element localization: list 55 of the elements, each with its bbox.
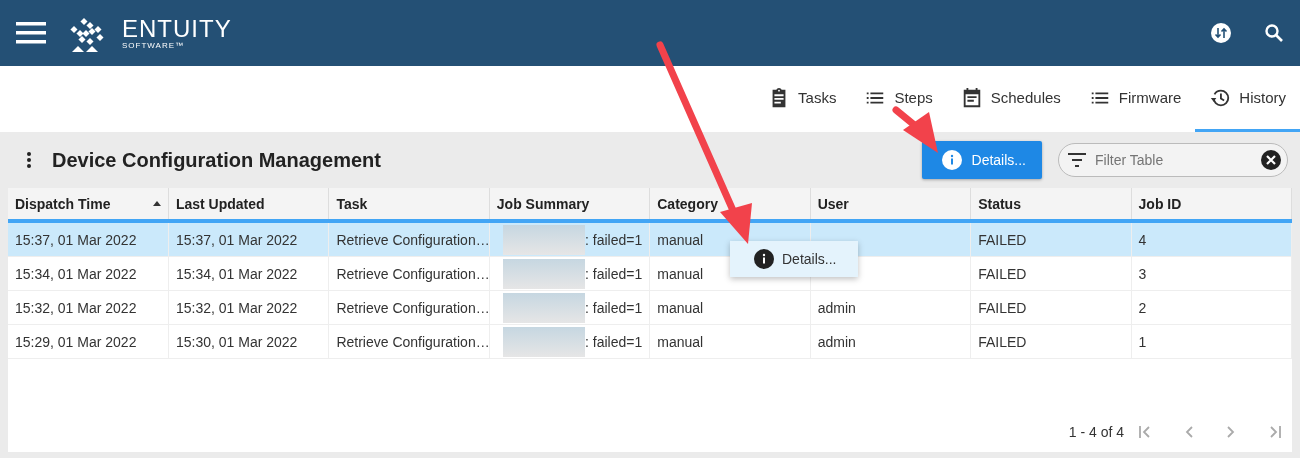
table-cell: admin (810, 324, 971, 359)
tab[interactable]: History (1195, 66, 1300, 132)
page-title: Device Configuration Management (52, 148, 381, 172)
column-header[interactable]: Last Updated (168, 188, 329, 221)
sync-icon[interactable] (1210, 22, 1232, 44)
table-cell: 15:32, 01 Mar 2022 (168, 290, 329, 325)
table-cell: FAILED (970, 290, 1132, 325)
table-cell: 15:30, 01 Mar 2022 (168, 324, 329, 359)
tab[interactable]: Schedules (946, 66, 1075, 132)
table-cell: 15:32, 01 Mar 2022 (8, 290, 169, 325)
table-cell: : failed=1 (489, 256, 650, 291)
annotation-arrow (892, 106, 938, 153)
menu-icon[interactable] (16, 22, 46, 44)
column-header[interactable]: Job ID (1131, 188, 1292, 221)
table-cell: 2 (1131, 290, 1292, 325)
tab[interactable]: Firmware (1074, 66, 1196, 132)
search-icon[interactable] (1264, 23, 1284, 43)
filter-icon (1068, 153, 1086, 167)
info-icon (941, 150, 962, 170)
table-cell: : failed=1 (489, 290, 650, 325)
column-header[interactable]: Dispatch Time (8, 188, 169, 221)
table-cell: FAILED (970, 324, 1132, 359)
column-header[interactable]: User (810, 188, 971, 221)
table-cell: 3 (1131, 256, 1292, 291)
more-icon[interactable] (26, 151, 32, 169)
table-cell: Retrieve Configuration… (328, 256, 490, 291)
column-header[interactable]: Status (970, 188, 1132, 221)
tab[interactable]: Tasks (754, 66, 851, 132)
table-cell: manual (649, 290, 811, 325)
table-cell: manual (649, 324, 811, 359)
table-cell: 15:34, 01 Mar 2022 (168, 256, 329, 291)
filter-field[interactable]: Filter Table (1058, 143, 1288, 177)
table-cell: : failed=1 (489, 324, 650, 359)
details-button[interactable]: Details... (921, 141, 1042, 179)
table-cell: FAILED (970, 221, 1132, 257)
table-cell: FAILED (970, 256, 1132, 291)
table-cell: Retrieve Configuration… (328, 221, 490, 257)
info-icon (754, 249, 774, 269)
table-cell: 1 (1131, 324, 1292, 359)
tab[interactable]: Steps (850, 66, 947, 132)
column-header[interactable]: Task (328, 188, 490, 221)
clear-icon[interactable] (1261, 150, 1281, 170)
table-cell: 15:37, 01 Mar 2022 (8, 221, 169, 257)
table-cell: 15:29, 01 Mar 2022 (8, 324, 169, 359)
table-cell: admin (810, 290, 971, 325)
table-cell: 15:37, 01 Mar 2022 (168, 221, 329, 257)
logo-tagline: SOFTWARE™ (122, 40, 186, 50)
table-cell: 4 (1131, 221, 1292, 257)
table-cell: Retrieve Configuration… (328, 324, 490, 359)
table-cell: Retrieve Configuration… (328, 290, 490, 325)
table-cell: : failed=1 (489, 221, 650, 257)
table-cell: 15:34, 01 Mar 2022 (8, 256, 169, 291)
logo-name: ENTUITY (122, 16, 232, 41)
page-range: 1 - 4 of 4 (1068, 424, 1124, 440)
column-header[interactable]: Job Summary (489, 188, 650, 221)
